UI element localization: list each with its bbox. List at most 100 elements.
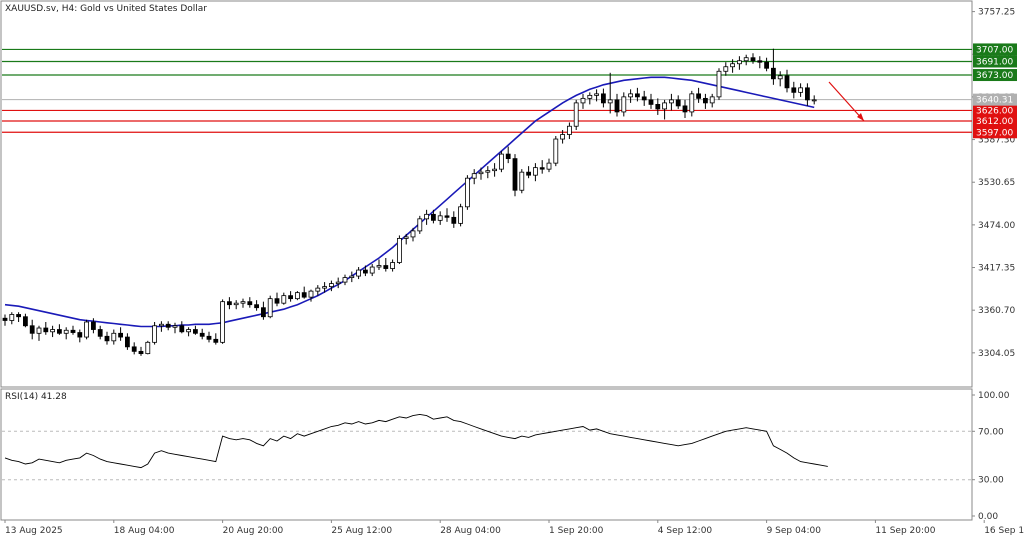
candle-body xyxy=(716,70,722,98)
candle-body xyxy=(70,329,76,333)
support-tag-3: 3597.00 xyxy=(973,126,1017,139)
candle-body xyxy=(628,93,633,98)
current-price-tag: 3640.31 xyxy=(973,93,1017,106)
candle-body xyxy=(410,230,416,238)
candle xyxy=(267,295,273,319)
candle-body xyxy=(689,93,695,113)
candle-body xyxy=(226,301,232,306)
candle-body xyxy=(757,60,763,63)
candle-body xyxy=(709,96,715,104)
candle-body xyxy=(267,298,273,318)
resistance-tag-2: 3691.00 xyxy=(973,55,1017,68)
candle xyxy=(519,169,525,194)
candle-body xyxy=(57,329,62,334)
price-axis-label: 3757.25 xyxy=(978,8,1015,18)
support-tag-1-text: 3626.00 xyxy=(976,106,1013,116)
candle-body xyxy=(539,167,545,170)
candle-body xyxy=(567,125,572,135)
candle-body xyxy=(349,275,355,278)
candle xyxy=(498,151,504,173)
candle-body xyxy=(254,304,260,309)
candle-body xyxy=(805,87,810,101)
date-axis-label: 20 Aug 20:00 xyxy=(223,526,284,536)
candle-body xyxy=(91,321,96,330)
date-axis-label: 28 Aug 04:00 xyxy=(440,526,501,536)
date-axis-label: 18 Aug 04:00 xyxy=(114,526,175,536)
candle-body xyxy=(50,329,55,333)
candle-body xyxy=(621,96,627,113)
candle xyxy=(145,340,151,355)
candle-body xyxy=(424,213,430,220)
candle-body xyxy=(430,213,436,221)
candle-body xyxy=(519,171,525,191)
rsi-label: RSI(14) 41.28 xyxy=(5,392,67,402)
candle-body xyxy=(669,99,674,104)
candle-body xyxy=(723,66,729,72)
candle-body xyxy=(607,99,613,104)
date-axis-label: 1 Sep 20:00 xyxy=(549,526,604,536)
candle-body xyxy=(560,134,565,140)
resistance-tag-2-text: 3691.00 xyxy=(976,57,1013,67)
candle-body xyxy=(771,67,776,80)
candle-body xyxy=(118,332,123,338)
price-axis-label: 3360.70 xyxy=(978,306,1015,316)
candle-body xyxy=(84,321,89,338)
rsi-axis-label: 70.00 xyxy=(978,427,1004,437)
candle-body xyxy=(403,236,409,239)
resistance-tag-3: 3673.00 xyxy=(973,69,1017,82)
candle-body xyxy=(750,57,756,62)
candle-body xyxy=(601,93,606,104)
candle-body xyxy=(655,104,661,110)
candle-body xyxy=(512,158,518,191)
candle-body xyxy=(274,298,280,304)
support-tag-2: 3612.00 xyxy=(973,114,1017,127)
candle-body xyxy=(36,327,42,334)
candle xyxy=(84,319,89,340)
candle-body xyxy=(485,170,491,173)
candle-body xyxy=(492,168,498,172)
candle-body xyxy=(288,295,294,300)
candle-body xyxy=(811,99,817,102)
candle-body xyxy=(158,323,164,327)
candle-body xyxy=(165,323,171,328)
candle-body xyxy=(172,325,178,328)
candle-body xyxy=(777,75,783,80)
candle-body xyxy=(662,102,667,110)
candle-body xyxy=(301,292,307,298)
trading-chart: 3757.253700.603643.953587.303530.653474.… xyxy=(0,0,1024,539)
candle-body xyxy=(464,177,470,208)
candle-body xyxy=(587,94,593,99)
candle-body xyxy=(342,277,348,283)
candle xyxy=(716,68,722,100)
candle-body xyxy=(206,335,212,340)
candle-body xyxy=(97,329,103,337)
resistance-tag-1-text: 3707.00 xyxy=(976,45,1013,55)
candle-body xyxy=(308,290,314,298)
candle-body xyxy=(764,61,769,69)
date-axis-label: 16 Sep 12:00 xyxy=(984,526,1024,536)
rsi-axis-label: 0.00 xyxy=(978,512,998,522)
resistance-tag-1: 3707.00 xyxy=(973,43,1017,56)
candle xyxy=(417,215,423,234)
candle-body xyxy=(356,269,362,277)
support-tag-3-text: 3597.00 xyxy=(976,128,1013,138)
candle-body xyxy=(111,332,117,342)
date-axis-label: 11 Sep 20:00 xyxy=(875,526,935,536)
candle-body xyxy=(784,75,790,89)
candle xyxy=(512,154,518,197)
candle-body xyxy=(104,335,110,342)
candle xyxy=(553,136,559,167)
candle-body xyxy=(22,316,28,327)
candle-body xyxy=(16,314,22,318)
date-axis-label: 9 Sep 04:00 xyxy=(767,526,822,536)
rsi-axis-label: 30.00 xyxy=(978,476,1004,486)
candle-body xyxy=(743,57,749,62)
candle-body xyxy=(498,153,504,170)
date-axis-label: 13 Aug 2025 xyxy=(5,526,63,536)
candle-body xyxy=(471,173,477,179)
candle xyxy=(294,291,300,301)
candle-body xyxy=(730,63,735,68)
candle-body xyxy=(526,171,531,176)
candle-body xyxy=(573,102,579,127)
candle-body xyxy=(9,314,15,321)
